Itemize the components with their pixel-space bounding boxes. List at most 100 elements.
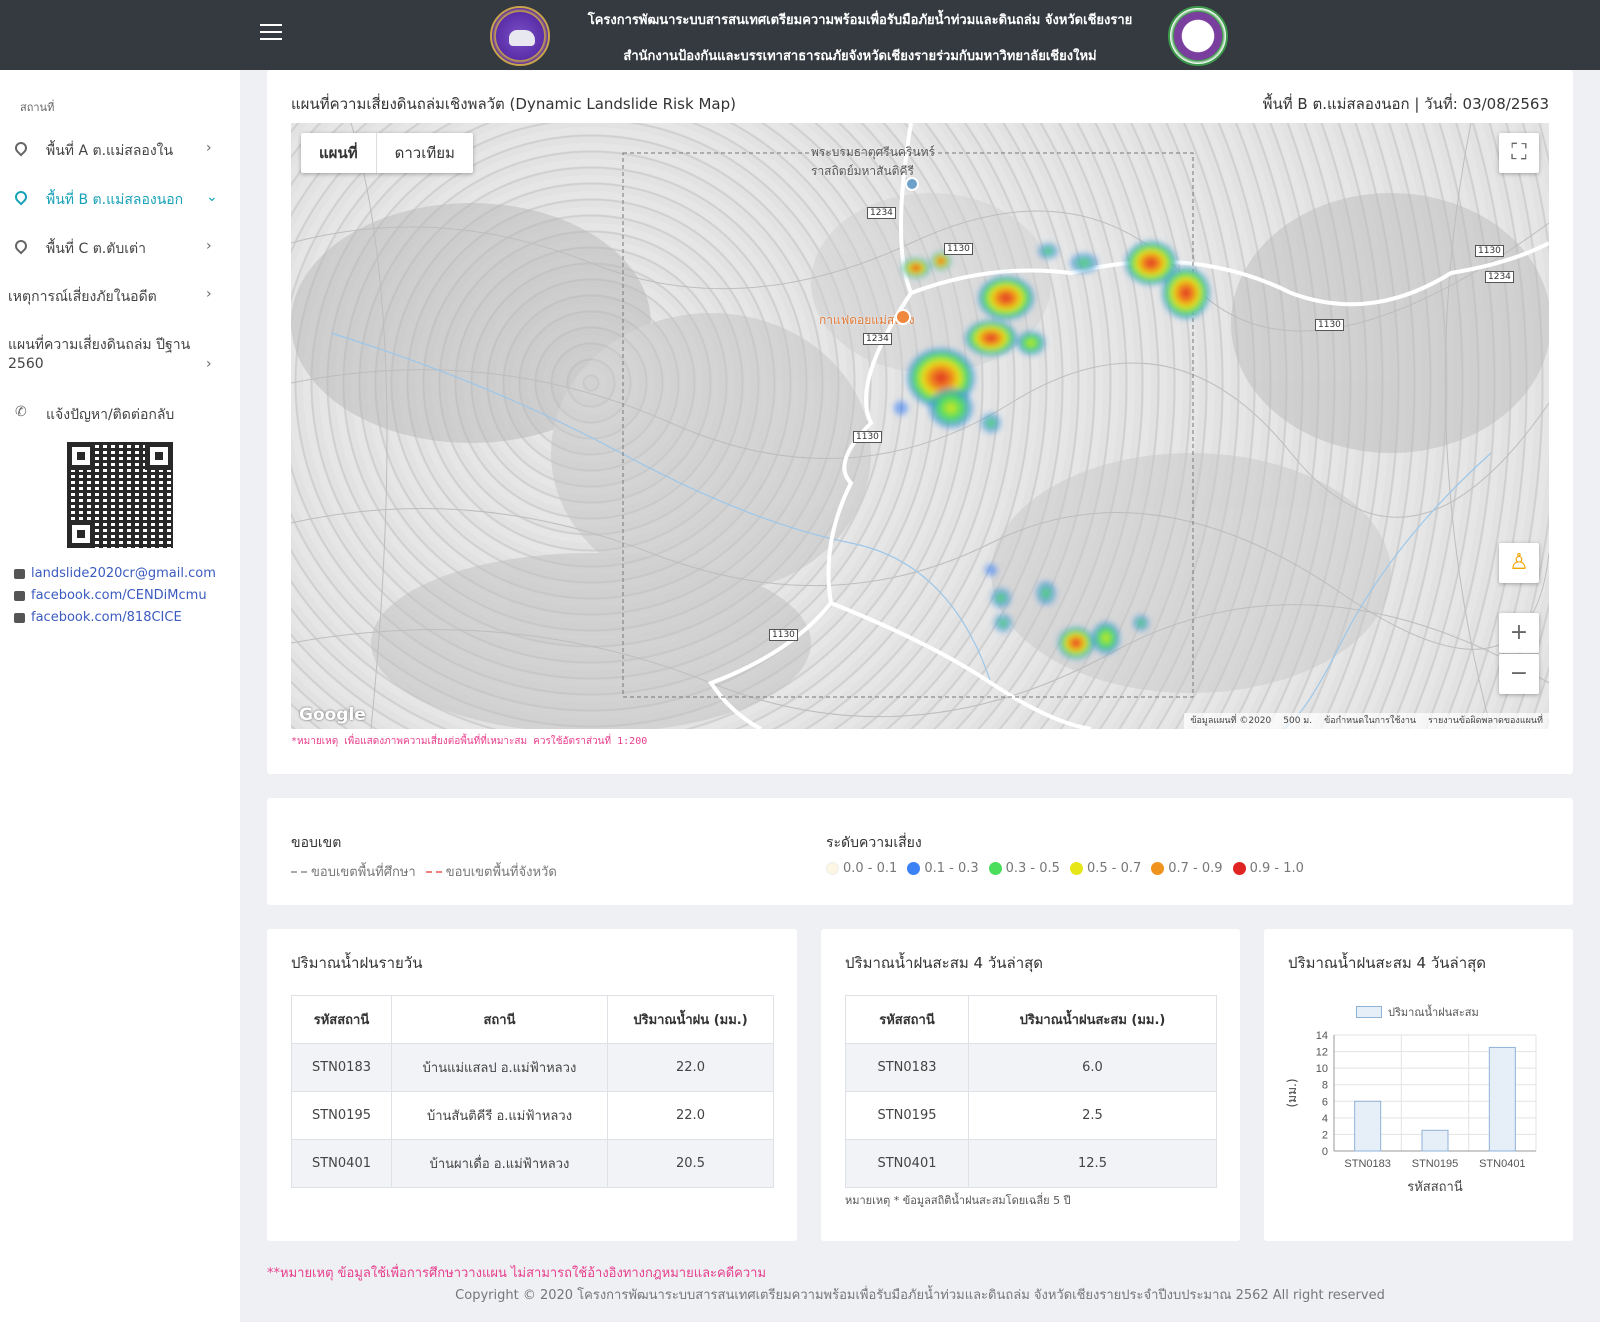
y-tick-label: 12 <box>1316 1047 1328 1059</box>
column-header: รหัสสถานี <box>845 995 969 1044</box>
boundary-legend: ขอบเขตพื้นที่ศึกษา ขอบเขตพื้นที่จังหวัด <box>291 861 567 882</box>
table-row: STN0401 บ้านผาเดื่อ อ.แม่ฟ้าหลวง 20.5 <box>291 1139 774 1188</box>
sidebar-item-label: พื้นที่ C ต.ตับเต่า <box>46 241 146 257</box>
rain-value-cell: 20.5 <box>607 1139 774 1188</box>
map-scale: 500 ม. <box>1283 716 1313 726</box>
study-boundary-swatch <box>291 870 307 873</box>
province-boundary-swatch <box>425 870 442 873</box>
daily-rain-title: ปริมาณน้ำฝนรายวัน <box>291 954 423 972</box>
contact-email-link[interactable]: landslide2020cr@gmail.com <box>14 566 216 581</box>
table-row: STN0183 บ้านแม่แสลป อ.แม่ฟ้าหลวง 22.0 <box>291 1043 774 1092</box>
road-label: 1130 <box>769 629 798 641</box>
boundary-legend-label: ขอบเขตพื้นที่ศึกษา <box>311 865 416 880</box>
map-type-control: แผนที่ ดาวเทียม <box>301 133 473 173</box>
accum-rain-bar-chart: 0 2 4 6 8 10 12 14 STN0183 STN0195 STN0401 รหัสสถาน… <box>1285 1030 1537 1195</box>
zoom-out-button[interactable]: − <box>1499 654 1539 694</box>
y-axis-label: (มม.) <box>1285 1079 1299 1108</box>
rain-value-cell: 2.5 <box>968 1091 1217 1140</box>
place-name-line1: พระบรมธาตุศรีนครินทร์ <box>811 145 935 159</box>
map-pin-icon <box>12 188 30 207</box>
accum-rain-chart-card: ปริมาณน้ำฝนสะสม 4 วันล่าสุด ปริมาณน้ำฝนส… <box>1264 929 1573 1241</box>
y-tick-label: 2 <box>1322 1129 1328 1141</box>
qr-code <box>67 442 173 548</box>
accum-rain-note: หมายเหตุ * ข้อมูลสถิติน้ำฝนสะสมโดยเฉลี่ย… <box>845 1194 1071 1207</box>
rain-value-cell: 6.0 <box>968 1043 1217 1092</box>
zoom-in-button[interactable]: + <box>1499 613 1539 653</box>
contact-facebook-text: facebook.com/CENDiMcmu <box>31 588 207 603</box>
station-name-cell: บ้านแม่แสลป อ.แม่ฟ้าหลวง <box>391 1043 608 1092</box>
place-label-pagoda: พระบรมธาตุศรีนครินทร์ ราสถิตย์มหาสันติคี… <box>811 143 935 181</box>
chevron-right-icon: › <box>206 140 212 156</box>
risk-legend-label: 0.1 - 0.3 <box>924 861 979 876</box>
daily-rain-table: รหัสสถานี สถานี ปริมาณน้ำฝน (มม.) STN018… <box>291 995 774 1188</box>
street-view-pegman-icon[interactable]: ♙ <box>1499 543 1539 583</box>
road-label: 1130 <box>944 243 973 255</box>
x-axis-label: รหัสสถานี <box>1407 1179 1463 1195</box>
station-code-cell: STN0401 <box>291 1139 392 1188</box>
terms-link[interactable]: ข้อกำหนดในการใช้งาน <box>1324 713 1416 729</box>
x-tick-label: STN0401 <box>1479 1158 1525 1170</box>
sidebar-item-label: แจ้งปัญหา/ติดต่อกลับ <box>46 407 175 423</box>
menu-toggle-button[interactable] <box>260 24 282 42</box>
sidebar-item-label-line1: แผนที่ความเสี่ยงดินถล่ม ปีฐาน <box>8 337 191 353</box>
legend-card: ขอบเขต ขอบเขตพื้นที่ศึกษา ขอบเขตพื้นที่จ… <box>267 798 1573 905</box>
road-label: 1234 <box>863 333 892 345</box>
footer-disclaimer: **หมายเหตุ ข้อมูลใช้เพื่อการศึกษาวางแผน … <box>267 1266 767 1281</box>
rain-value-cell: 12.5 <box>968 1139 1217 1188</box>
map-data-copyright: ข้อมูลแผนที่ ©2020 <box>1190 716 1272 726</box>
map-title: แผนที่ความเสี่ยงดินถล่มเชิงพลวัต (Dynami… <box>291 95 736 113</box>
risk-legend-title: ระดับความเสี่ยง <box>826 835 922 851</box>
phone-icon: ✆ <box>15 404 27 420</box>
report-error-link[interactable]: รายงานข้อผิดพลาดของแผนที่ <box>1428 713 1543 729</box>
map-pin-icon <box>12 139 30 158</box>
road-label: 1130 <box>1475 245 1504 257</box>
sidebar-item-label: เหตุการณ์เสี่ยงภัยในอดีต <box>8 289 157 305</box>
column-header: สถานี <box>391 995 608 1044</box>
x-tick-label: STN0183 <box>1344 1158 1390 1170</box>
poi-pin-icon[interactable] <box>905 177 919 191</box>
chart-bar <box>1354 1100 1382 1152</box>
station-code-cell: STN0183 <box>845 1043 969 1092</box>
risk-swatch <box>907 862 921 875</box>
road-label: 1130 <box>853 431 882 443</box>
risk-legend-label: 0.9 - 1.0 <box>1249 861 1304 876</box>
google-logo: Google <box>299 705 366 725</box>
road-label: 1130 <box>1315 319 1344 331</box>
facebook-icon <box>14 590 25 601</box>
accum-rain-table: รหัสสถานี ปริมาณน้ำฝนสะสม (มม.) STN0183 … <box>845 995 1217 1188</box>
chevron-down-icon: ⌄ <box>206 189 218 205</box>
chevron-right-icon: › <box>206 356 212 372</box>
station-code-cell: STN0195 <box>291 1091 392 1140</box>
map-type-satellite-button[interactable]: ดาวเทียม <box>377 133 473 173</box>
cafe-icon[interactable] <box>895 309 911 325</box>
mail-icon <box>14 568 25 579</box>
chevron-right-icon: › <box>206 238 212 254</box>
sidebar-item-label: พื้นที่ B ต.แม่สลองนอก <box>46 192 184 208</box>
map-card: แผนที่ความเสี่ยงดินถล่มเชิงพลวัต (Dynami… <box>267 70 1573 774</box>
map-area-date: พื้นที่ B ต.แม่สลองนอก | วันที่: 03/08/2… <box>1262 95 1549 113</box>
contact-facebook-link-1[interactable]: facebook.com/CENDiMcmu <box>14 588 207 603</box>
risk-map[interactable]: พระบรมธาตุศรีนครินทร์ ราสถิตย์มหาสันติคี… <box>291 123 1549 729</box>
chart-card-title: ปริมาณน้ำฝนสะสม 4 วันล่าสุด <box>1288 954 1487 972</box>
accum-rain-card: ปริมาณน้ำฝนสะสม 4 วันล่าสุด รหัสสถานี ปร… <box>821 929 1240 1241</box>
station-code-cell: STN0183 <box>291 1043 392 1092</box>
fullscreen-button[interactable]: ⛶ <box>1499 133 1539 173</box>
chart-bar <box>1421 1129 1449 1152</box>
page-footer: **หมายเหตุ ข้อมูลใช้เพื่อการศึกษาวางแผน … <box>240 1242 1600 1322</box>
y-tick-label: 6 <box>1322 1096 1328 1108</box>
sidebar-item-base-risk-map[interactable]: แผนที่ความเสี่ยงดินถล่ม ปีฐาน 2560 › <box>0 334 240 378</box>
x-tick-label: STN0195 <box>1412 1158 1458 1170</box>
footer-copyright: Copyright © 2020 โครงการพัฒนาระบบสารสนเท… <box>455 1288 1385 1303</box>
risk-swatch <box>1232 862 1246 875</box>
map-attribution-bar: ข้อมูลแผนที่ ©2020 500 ม. ข้อกำหนดในการใ… <box>1184 713 1549 729</box>
table-row: STN0401 12.5 <box>845 1139 1217 1188</box>
station-code-cell: STN0195 <box>845 1091 969 1140</box>
risk-legend-label: 0.7 - 0.9 <box>1168 861 1223 876</box>
station-code-cell: STN0401 <box>845 1139 969 1188</box>
province-logo <box>490 6 550 66</box>
top-navbar: โครงการพัฒนาระบบสารสนเทศเตรียมความพร้อมเ… <box>0 0 1600 70</box>
map-type-roadmap-button[interactable]: แผนที่ <box>301 133 377 173</box>
header-title-line1: โครงการพัฒนาระบบสารสนเทศเตรียมความพร้อมเ… <box>587 13 1133 28</box>
contact-facebook-link-2[interactable]: facebook.com/818CICE <box>14 610 182 625</box>
y-tick-label: 14 <box>1316 1030 1328 1042</box>
